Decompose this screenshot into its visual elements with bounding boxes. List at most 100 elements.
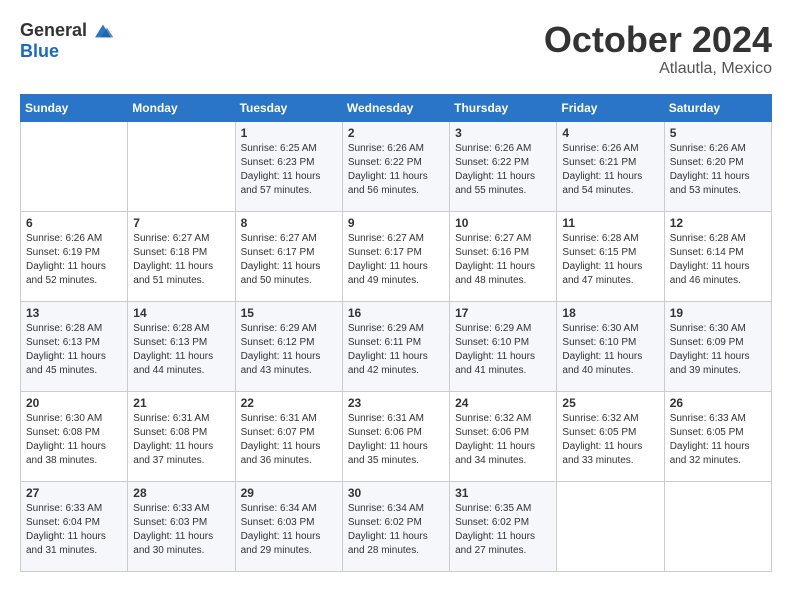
- day-number: 7: [133, 216, 229, 230]
- day-info: Sunrise: 6:26 AM Sunset: 6:19 PM Dayligh…: [26, 232, 122, 288]
- calendar-cell: 18 Sunrise: 6:30 AM Sunset: 6:10 PM Dayli…: [557, 301, 664, 391]
- column-header-saturday: Saturday: [664, 94, 771, 121]
- day-number: 31: [455, 486, 551, 500]
- day-number: 12: [670, 216, 766, 230]
- day-number: 26: [670, 396, 766, 410]
- day-info: Sunrise: 6:30 AM Sunset: 6:09 PM Dayligh…: [670, 322, 766, 378]
- calendar-header-row: SundayMondayTuesdayWednesdayThursdayFrid…: [21, 94, 772, 121]
- day-info: Sunrise: 6:25 AM Sunset: 6:23 PM Dayligh…: [241, 142, 337, 198]
- day-number: 17: [455, 306, 551, 320]
- logo-blue-text: Blue: [20, 41, 59, 62]
- day-info: Sunrise: 6:28 AM Sunset: 6:14 PM Dayligh…: [670, 232, 766, 288]
- day-number: 20: [26, 396, 122, 410]
- calendar-cell: 7 Sunrise: 6:27 AM Sunset: 6:18 PM Daylig…: [128, 211, 235, 301]
- day-info: Sunrise: 6:32 AM Sunset: 6:05 PM Dayligh…: [562, 412, 658, 468]
- day-info: Sunrise: 6:28 AM Sunset: 6:13 PM Dayligh…: [26, 322, 122, 378]
- calendar-week-row: 27 Sunrise: 6:33 AM Sunset: 6:04 PM Dayli…: [21, 481, 772, 571]
- day-number: 19: [670, 306, 766, 320]
- day-number: 24: [455, 396, 551, 410]
- day-number: 11: [562, 216, 658, 230]
- calendar-cell: 5 Sunrise: 6:26 AM Sunset: 6:20 PM Daylig…: [664, 121, 771, 211]
- page-header: General Blue October 2024 Atlautla, Mexi…: [20, 20, 772, 78]
- calendar-cell: 30Sunrise: 6:34 AM Sunset: 6:02 PM Dayli…: [342, 481, 449, 571]
- day-number: 14: [133, 306, 229, 320]
- calendar-cell: 12 Sunrise: 6:28 AM Sunset: 6:14 PM Dayli…: [664, 211, 771, 301]
- day-info: Sunrise: 6:28 AM Sunset: 6:15 PM Dayligh…: [562, 232, 658, 288]
- column-header-monday: Monday: [128, 94, 235, 121]
- calendar-cell: 11 Sunrise: 6:28 AM Sunset: 6:15 PM Dayli…: [557, 211, 664, 301]
- calendar-cell: 4Sunrise: 6:26 AM Sunset: 6:21 PM Daylig…: [557, 121, 664, 211]
- day-number: 21: [133, 396, 229, 410]
- day-info: Sunrise: 6:29 AM Sunset: 6:10 PM Dayligh…: [455, 322, 551, 378]
- calendar-cell: 17 Sunrise: 6:29 AM Sunset: 6:10 PM Dayli…: [450, 301, 557, 391]
- day-number: 13: [26, 306, 122, 320]
- day-number: 1: [241, 126, 337, 140]
- logo-icon: [91, 21, 115, 41]
- calendar-week-row: 20 Sunrise: 6:30 AM Sunset: 6:08 PM Dayli…: [21, 391, 772, 481]
- day-number: 4: [562, 126, 658, 140]
- day-number: 5: [670, 126, 766, 140]
- day-info: Sunrise: 6:30 AM Sunset: 6:10 PM Dayligh…: [562, 322, 658, 378]
- calendar-cell: 15Sunrise: 6:29 AM Sunset: 6:12 PM Dayli…: [235, 301, 342, 391]
- day-info: Sunrise: 6:29 AM Sunset: 6:12 PM Dayligh…: [241, 322, 337, 378]
- day-info: Sunrise: 6:26 AM Sunset: 6:20 PM Dayligh…: [670, 142, 766, 198]
- day-number: 6: [26, 216, 122, 230]
- day-number: 23: [348, 396, 444, 410]
- day-number: 29: [241, 486, 337, 500]
- day-info: Sunrise: 6:31 AM Sunset: 6:06 PM Dayligh…: [348, 412, 444, 468]
- day-number: 9: [348, 216, 444, 230]
- calendar-cell: 29 Sunrise: 6:34 AM Sunset: 6:03 PM Dayli…: [235, 481, 342, 571]
- day-number: 25: [562, 396, 658, 410]
- day-info: Sunrise: 6:27 AM Sunset: 6:18 PM Dayligh…: [133, 232, 229, 288]
- column-header-sunday: Sunday: [21, 94, 128, 121]
- calendar-cell: 26 Sunrise: 6:33 AM Sunset: 6:05 PM Dayli…: [664, 391, 771, 481]
- calendar-cell: 21 Sunrise: 6:31 AM Sunset: 6:08 PM Dayli…: [128, 391, 235, 481]
- day-info: Sunrise: 6:33 AM Sunset: 6:05 PM Dayligh…: [670, 412, 766, 468]
- day-info: Sunrise: 6:32 AM Sunset: 6:06 PM Dayligh…: [455, 412, 551, 468]
- day-info: Sunrise: 6:31 AM Sunset: 6:08 PM Dayligh…: [133, 412, 229, 468]
- calendar-cell: 23 Sunrise: 6:31 AM Sunset: 6:06 PM Dayli…: [342, 391, 449, 481]
- day-info: Sunrise: 6:33 AM Sunset: 6:03 PM Dayligh…: [133, 502, 229, 558]
- calendar-cell: [664, 481, 771, 571]
- logo: General Blue: [20, 20, 115, 62]
- location-subtitle: Atlautla, Mexico: [544, 60, 772, 78]
- day-info: Sunrise: 6:31 AM Sunset: 6:07 PM Dayligh…: [241, 412, 337, 468]
- day-info: Sunrise: 6:26 AM Sunset: 6:22 PM Dayligh…: [348, 142, 444, 198]
- calendar-cell: 16Sunrise: 6:29 AM Sunset: 6:11 PM Dayli…: [342, 301, 449, 391]
- day-number: 2: [348, 126, 444, 140]
- month-title: October 2024: [544, 20, 772, 60]
- day-info: Sunrise: 6:33 AM Sunset: 6:04 PM Dayligh…: [26, 502, 122, 558]
- day-info: Sunrise: 6:34 AM Sunset: 6:03 PM Dayligh…: [241, 502, 337, 558]
- calendar-week-row: 13 Sunrise: 6:28 AM Sunset: 6:13 PM Dayli…: [21, 301, 772, 391]
- column-header-friday: Friday: [557, 94, 664, 121]
- day-number: 18: [562, 306, 658, 320]
- day-info: Sunrise: 6:35 AM Sunset: 6:02 PM Dayligh…: [455, 502, 551, 558]
- calendar-cell: 28 Sunrise: 6:33 AM Sunset: 6:03 PM Dayli…: [128, 481, 235, 571]
- calendar-cell: 13 Sunrise: 6:28 AM Sunset: 6:13 PM Dayli…: [21, 301, 128, 391]
- title-section: October 2024 Atlautla, Mexico: [544, 20, 772, 78]
- column-header-wednesday: Wednesday: [342, 94, 449, 121]
- calendar-week-row: 6 Sunrise: 6:26 AM Sunset: 6:19 PM Daylig…: [21, 211, 772, 301]
- calendar-cell: 31 Sunrise: 6:35 AM Sunset: 6:02 PM Dayli…: [450, 481, 557, 571]
- day-info: Sunrise: 6:27 AM Sunset: 6:17 PM Dayligh…: [241, 232, 337, 288]
- logo-general-text: General: [20, 20, 87, 41]
- day-number: 8: [241, 216, 337, 230]
- calendar-cell: [21, 121, 128, 211]
- calendar-cell: [557, 481, 664, 571]
- column-header-tuesday: Tuesday: [235, 94, 342, 121]
- day-info: Sunrise: 6:29 AM Sunset: 6:11 PM Dayligh…: [348, 322, 444, 378]
- calendar-cell: 22 Sunrise: 6:31 AM Sunset: 6:07 PM Dayli…: [235, 391, 342, 481]
- calendar-cell: 3Sunrise: 6:26 AM Sunset: 6:22 PM Daylig…: [450, 121, 557, 211]
- day-info: Sunrise: 6:34 AM Sunset: 6:02 PM Dayligh…: [348, 502, 444, 558]
- calendar-cell: 25 Sunrise: 6:32 AM Sunset: 6:05 PM Dayli…: [557, 391, 664, 481]
- column-header-thursday: Thursday: [450, 94, 557, 121]
- calendar-cell: 6 Sunrise: 6:26 AM Sunset: 6:19 PM Daylig…: [21, 211, 128, 301]
- day-number: 27: [26, 486, 122, 500]
- day-number: 28: [133, 486, 229, 500]
- calendar-week-row: 1 Sunrise: 6:25 AM Sunset: 6:23 PM Daylig…: [21, 121, 772, 211]
- day-number: 22: [241, 396, 337, 410]
- day-info: Sunrise: 6:30 AM Sunset: 6:08 PM Dayligh…: [26, 412, 122, 468]
- day-info: Sunrise: 6:27 AM Sunset: 6:17 PM Dayligh…: [348, 232, 444, 288]
- calendar-cell: 19 Sunrise: 6:30 AM Sunset: 6:09 PM Dayli…: [664, 301, 771, 391]
- calendar-cell: 20 Sunrise: 6:30 AM Sunset: 6:08 PM Dayli…: [21, 391, 128, 481]
